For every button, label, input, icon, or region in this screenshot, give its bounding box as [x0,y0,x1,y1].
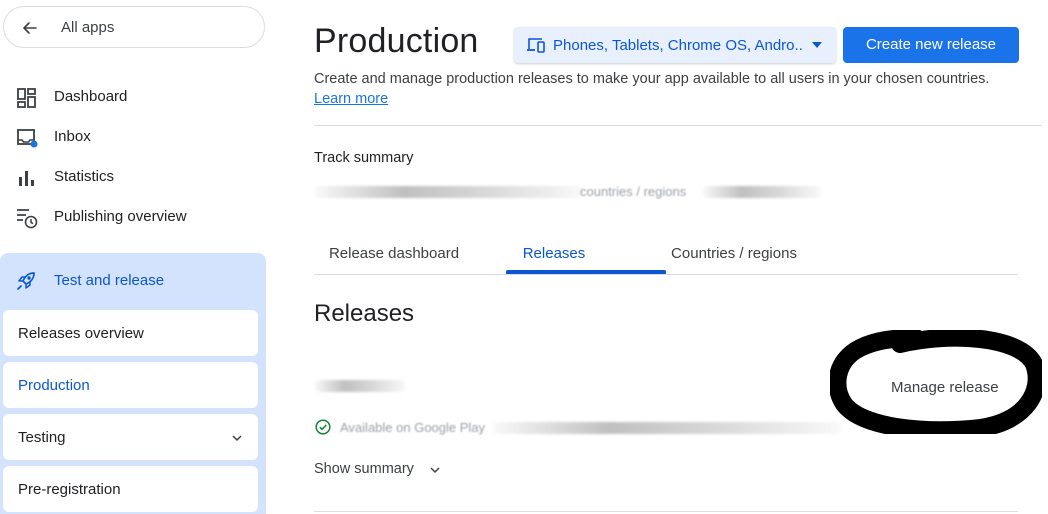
all-apps-button[interactable]: All apps [3,6,265,48]
sidebar-item-label: Inbox [54,128,91,145]
sidebar-item-label: Publishing overview [54,208,187,225]
tab-release-dashboard[interactable]: Release dashboard [314,233,474,275]
sidebar-subitem-label: Releases overview [18,325,144,342]
page-title: Production [314,22,479,60]
tab-bar: Release dashboard Releases Countries / r… [314,233,1018,275]
inbox-icon [17,129,38,148]
device-type-dropdown[interactable]: Phones, Tablets, Chrome OS, Andro... [514,27,836,63]
redacted-text [492,422,842,434]
sidebar-item-dashboard[interactable]: Dashboard [0,77,266,117]
sidebar-subitem-pre-registration[interactable]: Pre-registration [3,466,258,512]
sidebar-item-publishing-overview[interactable]: Publishing overview [0,197,266,237]
track-summary-label: Track summary [314,150,414,166]
devices-icon [527,38,545,53]
rocket-icon [17,272,35,290]
sidebar-item-label: Statistics [54,168,115,185]
sidebar-subitem-production[interactable]: Production [3,362,258,408]
device-type-value: Phones, Tablets, Chrome OS, Andro... [553,37,803,54]
show-summary-toggle[interactable]: Show summary [314,461,440,477]
publishing-clock-icon [17,209,38,229]
main-content: Production Phones, Tablets, Chrome OS, A… [282,0,1048,514]
chevron-down-icon [430,467,440,474]
page-description: Create and manage production releases to… [314,71,990,87]
tab-releases[interactable]: Releases [474,233,634,275]
sidebar-item-statistics[interactable]: Statistics [0,157,266,197]
divider [314,511,1018,512]
sidebar-subitem-label: Production [18,377,90,394]
show-summary-label: Show summary [314,461,414,477]
manage-release-button[interactable]: Manage release [891,379,999,396]
sidebar-section-label: Test and release [54,272,165,289]
sidebar-subitem-testing[interactable]: Testing [3,414,258,460]
track-summary-value: countries / regions [580,184,687,199]
create-new-release-button[interactable]: Create new release [843,27,1019,63]
bar-chart-icon [19,171,34,186]
check-circle-icon [315,419,331,435]
all-apps-label: All apps [61,19,115,36]
dropdown-caret-icon [812,42,822,48]
page: All apps Dashboard Inbox Statistics Publ… [0,0,1048,514]
active-tab-indicator [506,270,666,274]
sidebar-item-label: Dashboard [54,88,128,105]
sidebar-item-test-and-release[interactable]: Test and release [0,260,266,302]
sidebar-subitem-label: Pre-registration [18,481,121,498]
releases-heading: Releases [314,300,415,327]
sidebar-subitem-releases-overview[interactable]: Releases overview [3,310,258,356]
sidebar-subitem-label: Testing [18,429,66,446]
chevron-down-icon [232,435,242,442]
sidebar: All apps Dashboard Inbox Statistics Publ… [0,0,270,514]
learn-more-link[interactable]: Learn more [314,91,388,107]
dashboard-icon [17,88,36,108]
release-status-text: Available on Google Play [340,420,486,435]
back-arrow-icon [23,22,37,34]
divider [314,125,1042,126]
redacted-text [702,186,822,198]
sidebar-item-inbox[interactable]: Inbox [0,117,266,157]
redacted-release-name [314,380,406,392]
redacted-text [314,186,584,198]
tab-countries-regions[interactable]: Countries / regions [634,233,834,275]
